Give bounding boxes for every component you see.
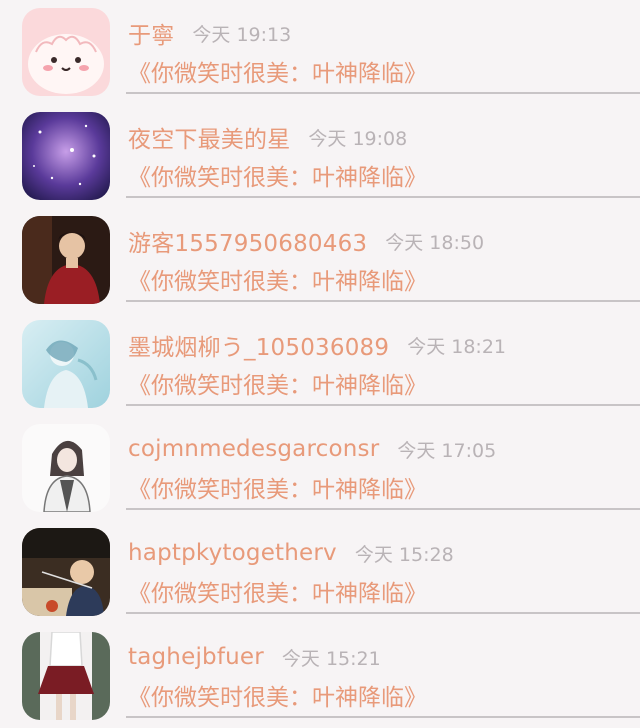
message-text[interactable]: 《你微笑时很美：叶神降临》	[128, 681, 427, 715]
divider	[126, 612, 640, 614]
message-text[interactable]: 《你微笑时很美：叶神降临》	[128, 577, 427, 611]
sender-name[interactable]: haptpkytogetherv	[128, 540, 337, 566]
message-row[interactable]: taghejbfuer 今天 15:21 《你微笑时很美：叶神降临》	[0, 624, 640, 728]
divider	[126, 404, 640, 406]
divider	[126, 716, 640, 718]
sender-name[interactable]: cojmnmedesgarconsr	[128, 436, 379, 462]
sender-name[interactable]: 墨城烟柳う_105036089	[128, 328, 389, 362]
performer-photo-icon[interactable]	[22, 216, 110, 304]
galaxy-icon[interactable]	[22, 112, 110, 200]
message-row[interactable]: 墨城烟柳う_105036089 今天 18:21 《你微笑时很美：叶神降临》	[0, 312, 640, 416]
watercolor-girl-icon[interactable]	[22, 320, 110, 408]
divider	[126, 196, 640, 198]
message-row[interactable]: 于寧 今天 19:13 《你微笑时很美：叶神降临》	[0, 0, 640, 104]
timestamp: 今天 18:21	[407, 335, 506, 358]
divider	[126, 508, 640, 510]
message-text[interactable]: 《你微笑时很美：叶神降临》	[128, 473, 427, 507]
timestamp: 今天 15:21	[281, 647, 381, 670]
message-text[interactable]: 《你微笑时很美：叶神降临》	[128, 369, 427, 403]
sender-name[interactable]: 夜空下最美的星	[128, 120, 290, 154]
sender-name[interactable]: 于寧	[128, 16, 174, 50]
divider	[126, 92, 640, 94]
timestamp: 今天 19:08	[308, 127, 408, 150]
message-list: 于寧 今天 19:13 《你微笑时很美：叶神降临》 夜空下最美的星 今天 19:…	[0, 0, 640, 720]
message-row[interactable]: 游客1557950680463 今天 18:50 《你微笑时很美：叶神降临》	[0, 208, 640, 312]
timestamp: 今天 19:13	[192, 23, 292, 46]
skirt-outfit-icon[interactable]	[22, 632, 110, 720]
message-row[interactable]: 夜空下最美的星 今天 19:08 《你微笑时很美：叶神降临》	[0, 104, 640, 208]
message-text[interactable]: 《你微笑时很美：叶神降临》	[128, 161, 427, 195]
divider	[126, 300, 640, 302]
child-photo-icon[interactable]	[22, 528, 110, 616]
message-text[interactable]: 《你微笑时很美：叶神降临》	[128, 57, 427, 91]
sender-name[interactable]: taghejbfuer	[128, 644, 264, 670]
message-text[interactable]: 《你微笑时很美：叶神降临》	[128, 265, 427, 299]
sender-name[interactable]: 游客1557950680463	[128, 224, 367, 258]
anime-character-icon[interactable]	[22, 424, 110, 512]
message-row[interactable]: cojmnmedesgarconsr 今天 17:05 《你微笑时很美：叶神降临…	[0, 416, 640, 520]
timestamp: 今天 15:28	[354, 543, 454, 566]
cartoon-mochi-icon[interactable]	[22, 8, 110, 96]
timestamp: 今天 18:50	[385, 231, 485, 254]
timestamp: 今天 17:05	[397, 439, 497, 462]
message-row[interactable]: haptpkytogetherv 今天 15:28 《你微笑时很美：叶神降临》	[0, 520, 640, 624]
